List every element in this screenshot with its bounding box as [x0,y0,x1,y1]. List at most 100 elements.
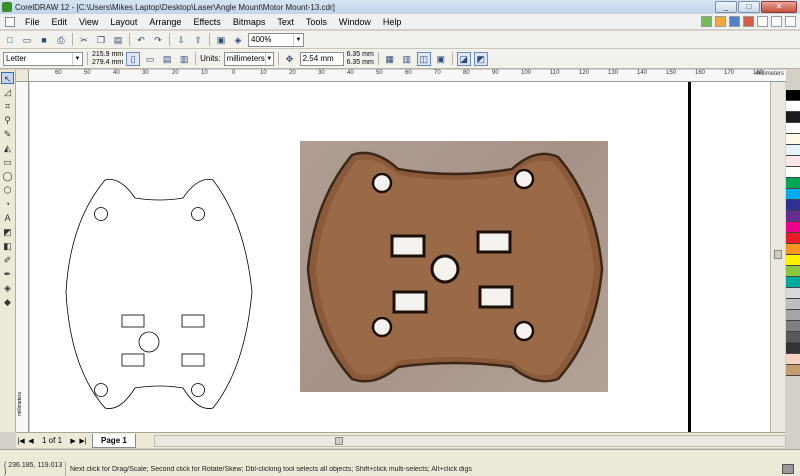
zoom-level-combo[interactable]: 400% ▼ [248,32,304,47]
doc-close-button[interactable] [785,16,796,27]
color-swatch[interactable] [786,134,800,145]
portrait-icon[interactable]: ▯ [126,51,141,66]
chevron-down-icon[interactable]: ▼ [72,52,82,65]
mount-slot[interactable] [121,353,145,367]
menu-help[interactable]: Help [377,17,408,27]
current-page-icon[interactable]: ▥ [177,52,191,66]
color-swatch[interactable] [786,112,800,123]
menu-text[interactable]: Text [271,17,300,27]
fill-tool-icon[interactable]: ◈ [1,282,14,294]
basic-shapes-tool-icon[interactable]: ◔ [1,198,14,210]
color-swatch[interactable] [786,200,800,211]
print-icon[interactable]: ⎙ [54,33,68,47]
menu-view[interactable]: View [73,17,104,27]
dynamic-guides-icon[interactable]: ▣ [434,52,448,66]
mount-slot[interactable] [181,353,205,367]
color-swatch[interactable] [786,189,800,200]
document-icon[interactable] [5,16,15,27]
vertical-ruler[interactable]: millimeters [16,82,29,432]
page-width-field[interactable]: 215.9 mm [92,51,123,59]
menu-window[interactable]: Window [333,17,377,27]
page-tab[interactable]: Page 1 [92,433,136,448]
interactive-fill-tool-icon[interactable]: ◆ [1,296,14,308]
vertical-scrollbar[interactable] [770,82,785,432]
color-swatch[interactable] [786,167,800,178]
color-swatch[interactable] [786,222,800,233]
motor-mount-vector[interactable] [40,172,280,442]
cut-icon[interactable]: ✂ [77,33,91,47]
color-swatch[interactable] [786,277,800,288]
help-icon[interactable] [729,16,740,27]
color-swatch[interactable] [786,90,800,101]
center-hole[interactable] [138,331,160,353]
copy-icon[interactable]: ❐ [94,33,108,47]
snap-objects-icon[interactable]: ◫ [416,51,431,66]
outline-swatch-icon[interactable] [782,464,794,474]
chevron-down-icon[interactable]: ▼ [264,52,273,65]
eyedropper-tool-icon[interactable]: ✐ [1,254,14,266]
doc-restore-button[interactable] [771,16,782,27]
menu-file[interactable]: File [19,17,46,27]
menu-tools[interactable]: Tools [300,17,333,27]
menu-bitmaps[interactable]: Bitmaps [227,17,272,27]
color-swatch[interactable] [786,211,800,222]
corel-online-button-icon[interactable]: ◈ [231,33,245,47]
color-swatch[interactable] [786,244,800,255]
redo-icon[interactable]: ↷ [151,33,165,47]
color-swatch[interactable] [786,101,800,112]
interactive-blend-tool-icon[interactable]: ◩ [1,226,14,238]
mount-hole[interactable] [191,383,205,397]
color-swatch[interactable] [786,255,800,266]
color-swatch[interactable] [786,343,800,354]
color-swatch[interactable] [786,365,800,376]
nudge-field[interactable]: 2.54 mm [299,51,344,66]
laser-cut-part-photo[interactable] [300,141,608,392]
mount-slot[interactable] [121,314,145,328]
crop-tool-icon[interactable]: ⌗ [1,100,14,112]
polygon-tool-icon[interactable]: ⬡ [1,184,14,196]
scroll-thumb[interactable] [774,250,782,259]
color-swatch[interactable] [786,266,800,277]
maximize-button[interactable]: □ [738,1,760,13]
mount-slot[interactable] [181,314,205,328]
minimize-button[interactable]: _ [715,1,737,13]
ruler-origin[interactable] [16,70,29,82]
color-swatch[interactable] [786,178,800,189]
close-button[interactable]: ✕ [761,1,797,13]
prev-page-button[interactable]: ◀ [26,437,36,445]
last-page-button[interactable]: ▶| [78,437,88,445]
ellipse-tool-icon[interactable]: ◯ [1,170,14,182]
corel-online-icon[interactable] [715,16,726,27]
chevron-down-icon[interactable]: ▼ [293,33,303,46]
options-icon[interactable]: ◩ [473,51,488,66]
color-swatch[interactable] [786,299,800,310]
freehand-tool-icon[interactable]: ✎ [1,128,14,140]
next-page-button[interactable]: ▶ [68,437,78,445]
mount-outline[interactable] [65,179,253,409]
snap-grid-icon[interactable]: ▦ [383,52,397,66]
duplicate-y-field[interactable]: 6.35 mm [347,59,374,67]
smart-fill-tool-icon[interactable]: ◭ [1,142,14,154]
duplicate-x-field[interactable]: 6.35 mm [347,51,374,59]
outline-tool-icon[interactable]: ✒ [1,268,14,280]
color-swatch[interactable] [786,145,800,156]
horizontal-scrollbar[interactable] [153,434,786,447]
all-pages-icon[interactable]: ▤ [160,52,174,66]
pick-tool-icon[interactable]: ↖ [1,72,14,84]
undo-icon[interactable]: ↶ [134,33,148,47]
text-tool-icon[interactable]: A [1,212,14,224]
horizontal-ruler[interactable]: 60 50 40 30 20 10 0 10 20 30 40 50 60 70… [29,70,786,82]
menu-edit[interactable]: Edit [46,17,74,27]
paper-size-combo[interactable]: Letter ▼ [3,51,83,66]
welcome-icon[interactable] [701,16,712,27]
menu-layout[interactable]: Layout [104,17,143,27]
landscape-icon[interactable]: ▭ [143,52,157,66]
color-swatch[interactable] [786,156,800,167]
mount-hole[interactable] [191,207,205,221]
menu-effects[interactable]: Effects [187,17,226,27]
menu-arrange[interactable]: Arrange [143,17,187,27]
color-swatch[interactable] [786,288,800,299]
news-icon[interactable] [743,16,754,27]
save-icon[interactable]: ■ [37,33,51,47]
mount-hole[interactable] [94,383,108,397]
